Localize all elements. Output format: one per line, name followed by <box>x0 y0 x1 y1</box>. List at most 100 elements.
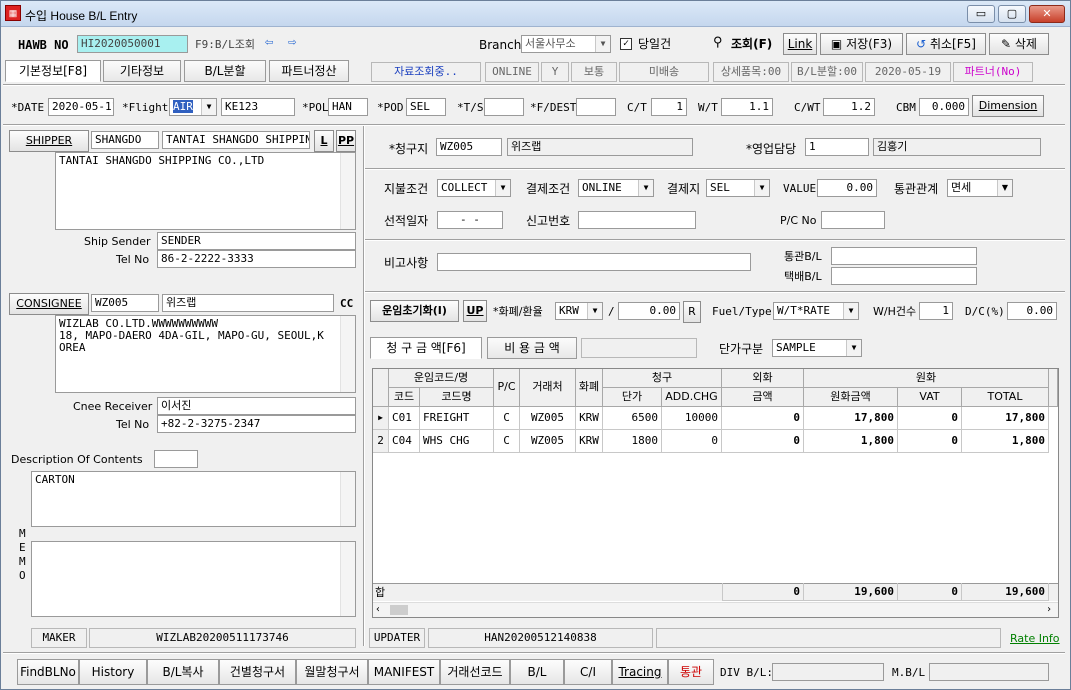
cell-code[interactable]: C01 <box>389 407 420 430</box>
tracing-button[interactable]: Tracing <box>612 659 668 685</box>
hawb-input[interactable]: HI2020050001 <box>77 35 188 53</box>
dimension-button[interactable]: Dimension <box>972 95 1044 117</box>
settle-place-select[interactable]: SEL ▼ <box>706 179 770 197</box>
cell-total[interactable]: 17,800 <box>962 407 1049 430</box>
ct-input[interactable]: 1 <box>651 98 687 116</box>
scroll-thumb[interactable] <box>390 605 408 615</box>
chevron-left-icon[interactable]: ‹ <box>375 603 381 617</box>
chevron-right-icon[interactable]: › <box>1046 603 1052 617</box>
scrollbar[interactable] <box>340 316 355 392</box>
next-arrow-icon[interactable]: ⇨ <box>288 35 296 49</box>
shipper-code-input[interactable]: SHANGDO <box>91 131 159 149</box>
parcel-bl-input[interactable] <box>831 267 977 285</box>
shipper-l-button[interactable]: L <box>314 130 334 152</box>
settle-cond-select[interactable]: ONLINE ▼ <box>578 179 654 197</box>
cell-amount[interactable]: 0 <box>722 407 804 430</box>
customs-select[interactable]: 면세 ▼ <box>947 179 1013 197</box>
cancel-button[interactable]: ↺ 취소[F5] <box>906 33 986 55</box>
customs-button[interactable]: 통관 <box>668 659 714 685</box>
individual-invoice-button[interactable]: 건별청구서 <box>219 659 296 685</box>
search-button[interactable]: 조회(F) <box>731 37 772 51</box>
cell-partner[interactable]: WZ005 <box>520 430 576 453</box>
fdest-input[interactable] <box>576 98 616 116</box>
value-input[interactable]: 0.00 <box>817 179 877 197</box>
col-pc[interactable]: P/C <box>494 369 520 407</box>
cell-amount[interactable]: 0 <box>722 430 804 453</box>
tab-other[interactable]: 기타정보 <box>103 60 181 82</box>
scrollbar[interactable] <box>340 472 355 526</box>
flight-no-input[interactable]: KE123 <box>221 98 295 116</box>
wh-input[interactable]: 1 <box>919 302 953 320</box>
cell-vat[interactable]: 0 <box>898 407 962 430</box>
consignee-name-input[interactable]: 위즈랩 <box>162 294 334 312</box>
tab-partner[interactable]: 파트너정산 <box>269 60 349 82</box>
customs-bl-input[interactable] <box>831 247 977 265</box>
currency-select[interactable]: KRW ▼ <box>555 302 603 320</box>
memo-textarea[interactable] <box>31 541 356 617</box>
mbl-input[interactable] <box>929 663 1049 681</box>
ts-input[interactable] <box>484 98 524 116</box>
col-code[interactable]: 코드 <box>389 388 420 407</box>
col-add-chg[interactable]: ADD.CHG <box>662 388 722 407</box>
link-button[interactable]: Link <box>783 33 817 55</box>
col-won-amount[interactable]: 원화금액 <box>804 388 898 407</box>
date-input[interactable]: 2020-05-11 <box>48 98 114 116</box>
dc-input[interactable]: 0.00 <box>1007 302 1057 320</box>
col-code-name[interactable]: 코드명 <box>420 388 494 407</box>
tab-billing-amount[interactable]: 청 구 금 액[F6] <box>370 337 482 359</box>
cwt-input[interactable]: 1.2 <box>823 98 875 116</box>
ship-date-input[interactable]: - - <box>437 211 503 229</box>
shipper-address[interactable]: TANTAI SHANGDO SHIPPING CO.,LTD <box>55 152 356 230</box>
r-button[interactable]: R <box>683 301 701 323</box>
shipper-tel-input[interactable]: 86-2-2222-3333 <box>157 250 356 268</box>
cell-unit-price[interactable]: 6500 <box>603 407 662 430</box>
cell-code[interactable]: C04 <box>389 430 420 453</box>
cell-vat[interactable]: 0 <box>898 430 962 453</box>
cell-partner[interactable]: WZ005 <box>520 407 576 430</box>
tab-basic[interactable]: 기본정보[F8] <box>5 60 101 82</box>
branch-select[interactable]: 서울사무소 ▼ <box>521 35 611 53</box>
unit-select[interactable]: SAMPLE ▼ <box>772 339 862 357</box>
partner-code-button[interactable]: 거래선코드 <box>440 659 510 685</box>
save-button[interactable]: ▣ 저장(F3) <box>820 33 903 55</box>
history-button[interactable]: History <box>79 659 147 685</box>
cnee-receiver-input[interactable]: 이서진 <box>157 397 356 415</box>
scrollbar[interactable] <box>340 542 355 616</box>
cell-add-chg[interactable]: 0 <box>662 430 722 453</box>
pc-no-input[interactable] <box>821 211 885 229</box>
report-no-input[interactable] <box>578 211 696 229</box>
prev-arrow-icon[interactable]: ⇦ <box>265 35 273 49</box>
cell-pc[interactable]: C <box>494 430 520 453</box>
scrollbar[interactable] <box>340 153 355 229</box>
flight-type-select[interactable]: AIR ▼ <box>169 98 217 116</box>
cell-won-amount[interactable]: 1,800 <box>804 430 898 453</box>
pod-input[interactable]: SEL <box>406 98 446 116</box>
cell-currency[interactable]: KRW <box>576 430 603 453</box>
bill-to-code-input[interactable]: WZ005 <box>436 138 502 156</box>
shipper-pp-button[interactable]: PP <box>336 130 356 152</box>
rate-input[interactable]: 0.00 <box>618 302 680 320</box>
delete-button[interactable]: ✎ 삭제 <box>989 33 1049 55</box>
col-vat[interactable]: VAT <box>898 388 962 407</box>
consignee-tel-input[interactable]: +82-2-3275-2347 <box>157 415 356 433</box>
remarks-input[interactable] <box>437 253 751 271</box>
tab-bl-split[interactable]: B/L분할 <box>184 60 266 82</box>
shipper-name-input[interactable]: TANTAI SHANGDO SHIPPING <box>162 131 310 149</box>
shipper-button[interactable]: SHIPPER <box>9 130 89 152</box>
ship-sender-input[interactable]: SENDER <box>157 232 356 250</box>
bl-button[interactable]: B/L <box>510 659 564 685</box>
description-input[interactable] <box>154 450 198 468</box>
wt-input[interactable]: 1.1 <box>721 98 773 116</box>
minimize-button[interactable]: ▭ <box>967 5 995 23</box>
horizontal-scrollbar[interactable]: ‹ › <box>373 602 1058 617</box>
cbm-input[interactable]: 0.000 <box>919 98 969 116</box>
monthly-invoice-button[interactable]: 월말청구서 <box>296 659 368 685</box>
fuel-select[interactable]: W/T*RATE ▼ <box>773 302 859 320</box>
cell-add-chg[interactable]: 10000 <box>662 407 722 430</box>
find-bl-button[interactable]: FindBLNo <box>17 659 79 685</box>
cell-unit-price[interactable]: 1800 <box>603 430 662 453</box>
div-bl-input[interactable] <box>772 663 884 681</box>
cell-total[interactable]: 1,800 <box>962 430 1049 453</box>
close-button[interactable]: ✕ <box>1029 5 1065 23</box>
up-button[interactable]: UP <box>463 300 487 322</box>
